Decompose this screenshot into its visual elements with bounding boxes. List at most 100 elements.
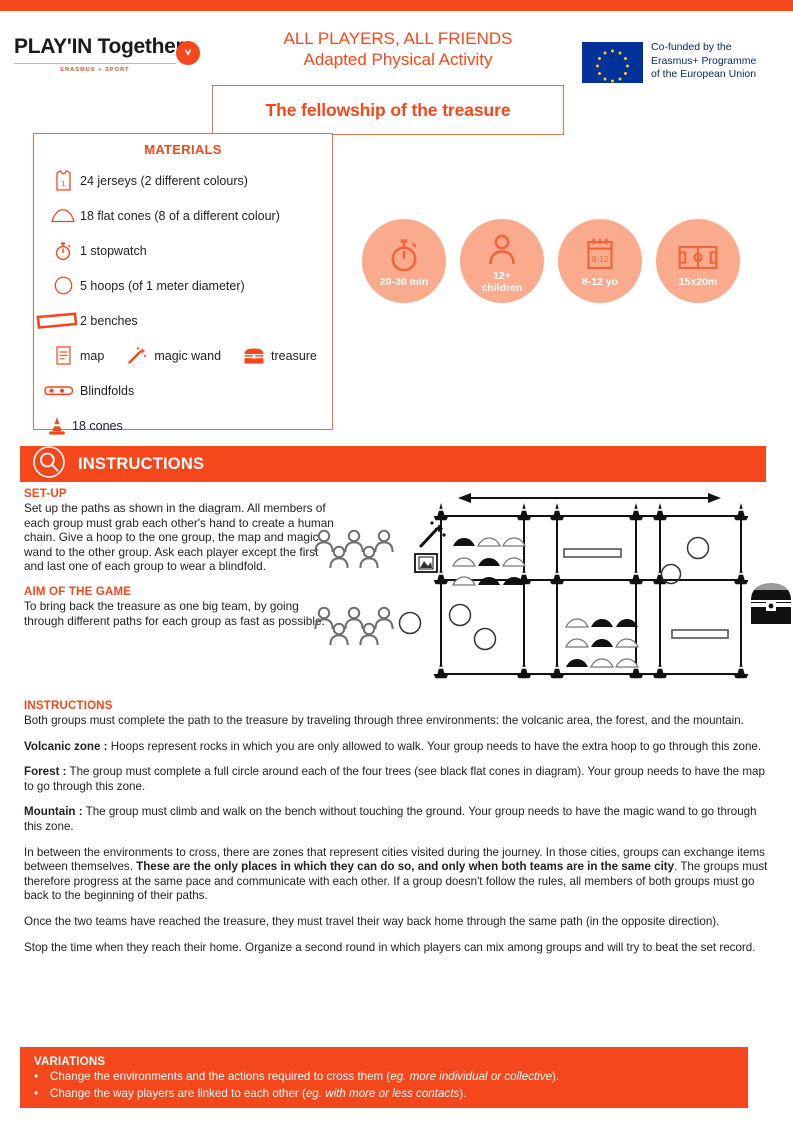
age-badge: 8-12 8-12 yo	[558, 219, 642, 303]
setup-text: Set up the paths as shown in the diagram…	[24, 501, 334, 574]
map-icon	[46, 346, 80, 365]
variations-item-italic: eg. more individual or collective	[390, 1070, 553, 1083]
bullet-icon: •	[34, 1070, 39, 1083]
materials-item-label: 18 flat cones (8 of a different colour)	[80, 208, 280, 223]
eu-text-line3: of the European Union	[651, 68, 757, 81]
variations-item-text: Change the way players are linked to eac…	[50, 1086, 466, 1102]
materials-heading: MATERIALS	[144, 142, 222, 157]
bullet-icon: •	[34, 1087, 39, 1100]
instructions-banner: INSTRUCTIONS	[20, 445, 766, 483]
activity-title: The fellowship of the treasure	[265, 99, 511, 120]
page-header: PLAY'IN Together ERASMUS + SPORT ALL PLA…	[0, 11, 793, 135]
timing-paragraph: Stop the time when they reach their home…	[24, 940, 756, 954]
duration-badge: 20-30 min	[362, 219, 446, 303]
top-accent-bar	[0, 0, 793, 11]
materials-item: 1 stopwatch	[34, 233, 332, 268]
participants-label: 12+ children	[482, 270, 523, 294]
bench-bottom	[671, 629, 729, 639]
activity-info-badges: 20-30 min 12+ children 8-12 8-12 yo 15x2…	[362, 219, 747, 305]
jersey-icon: 1	[46, 170, 80, 191]
age-label: 8-12 yo	[581, 275, 619, 288]
team-group-bottom	[314, 606, 394, 646]
setup-aim-column: SET-UP Set up the paths as shown in the …	[24, 488, 336, 628]
hoops-volcanic-bottom	[448, 603, 497, 651]
materials-item: 18 flat cones (8 of a different colour)	[34, 198, 332, 233]
playin-heart-pin-icon	[176, 41, 200, 65]
eu-flag-icon	[582, 42, 643, 83]
materials-item: 1 24 jerseys (2 different colours)	[34, 163, 332, 198]
mountain-zone-text: The group must climb and walk on the ben…	[24, 805, 757, 833]
variations-item-tail: ).	[459, 1087, 467, 1100]
materials-item-label: 5 hoops (of 1 meter diameter)	[80, 278, 245, 293]
program-title-line2: Adapted Physical Activity	[303, 50, 493, 69]
duration-label: 20-30 min	[379, 275, 429, 288]
program-title-line1: ALL PLAYERS, ALL FRIENDS	[283, 29, 513, 48]
magnifier-icon	[33, 445, 65, 483]
participants-line1: 12+	[493, 269, 511, 282]
return-paragraph: Once the two teams have reached the trea…	[24, 914, 720, 928]
instructions-banner-label: INSTRUCTIONS	[78, 454, 205, 473]
field-setup-diagram	[310, 482, 793, 682]
calendar-icon: 8-12	[585, 235, 615, 273]
materials-item-label: 1 stopwatch	[80, 243, 147, 258]
variations-item: • Change the environments and the action…	[34, 1069, 748, 1085]
program-title: ALL PLAYERS, ALL FRIENDS Adapted Physica…	[240, 28, 556, 70]
field-size-badge: 15x20m	[656, 219, 740, 303]
bench-icon	[34, 311, 80, 330]
hoop-icon	[46, 276, 80, 295]
materials-item: 5 hoops (of 1 meter diameter)	[34, 268, 332, 303]
materials-item: Blindfolds	[34, 373, 332, 408]
field-icon	[678, 235, 718, 273]
cone-icon	[42, 416, 72, 436]
materials-item-label: 24 jerseys (2 different colours)	[80, 173, 248, 188]
participants-badge: 12+ children	[460, 219, 544, 303]
variations-item-main: Change the way players are linked to eac…	[50, 1087, 306, 1100]
aim-heading: AIM OF THE GAME	[24, 585, 132, 598]
materials-box: MATERIALS 1 24 jerseys (2 different colo…	[33, 133, 333, 435]
variations-item-main: Change the environments and the actions …	[50, 1070, 391, 1083]
variations-item-text: Change the environments and the actions …	[50, 1069, 559, 1085]
materials-item-label: 2 benches	[80, 313, 138, 328]
forest-zone-text: The group must complete a full circle ar…	[24, 765, 765, 793]
logo-divider	[14, 63, 176, 64]
volcanic-zone-text: Hoops represent rocks in which you are o…	[107, 739, 762, 753]
materials-item-label: 18 cones	[72, 418, 123, 433]
blindfold-icon	[38, 383, 80, 398]
forest-zone-top	[452, 537, 526, 586]
materials-item-inline-group: map magic wand treasure	[34, 338, 332, 373]
materials-item-label: magic wand	[154, 348, 222, 363]
mountain-zone-paragraph: Mountain : The group must climb and walk…	[24, 805, 768, 834]
materials-item: 2 benches	[34, 303, 332, 338]
activity-title-box: The fellowship of the treasure	[212, 85, 564, 135]
instructions-intro: Both groups must complete the path to th…	[24, 714, 744, 727]
logo-subtitle: ERASMUS + SPORT	[60, 67, 130, 73]
magic-wand-icon	[120, 346, 154, 365]
aim-text: To bring back the treasure as one big te…	[24, 598, 325, 628]
variations-item-italic: eg. with more or less contacts	[305, 1087, 460, 1100]
bench-top	[563, 548, 622, 558]
materials-item-label: Blindfolds	[80, 383, 135, 398]
forest-zone-paragraph: Forest : The group must complete a full …	[24, 765, 768, 794]
team-group-top	[314, 529, 394, 569]
cone-markers	[433, 503, 749, 679]
variations-box: VARIATIONS • Change the environments and…	[20, 1047, 748, 1108]
variations-item-tail: ).	[552, 1070, 560, 1083]
forest-zone-bottom	[565, 618, 639, 668]
materials-item-label: map	[80, 348, 105, 363]
volcanic-zone-label: Volcanic zone :	[24, 739, 108, 753]
cities-text-bold: These are the only places in which they …	[136, 860, 675, 874]
double-headed-arrow	[458, 493, 721, 503]
instructions-body: INSTRUCTIONS Both groups must complete t…	[24, 700, 768, 966]
treasure-chest-icon	[751, 583, 791, 624]
participants-line2: children	[481, 281, 523, 294]
mountain-zone-label: Mountain :	[24, 805, 83, 819]
forest-zone-label: Forest :	[24, 765, 67, 779]
eu-funding-logo: Co-funded by the Erasmus+ Programme of t…	[582, 41, 780, 83]
person-icon	[486, 229, 518, 267]
cities-paragraph: In between the environments to cross, th…	[24, 846, 768, 904]
hoops-volcanic-top	[660, 536, 710, 585]
treasure-icon	[237, 347, 271, 365]
materials-list: 1 24 jerseys (2 different colours) 18 fl…	[34, 163, 332, 443]
volcanic-zone-paragraph: Volcanic zone : Hoops represent rocks in…	[24, 740, 768, 755]
